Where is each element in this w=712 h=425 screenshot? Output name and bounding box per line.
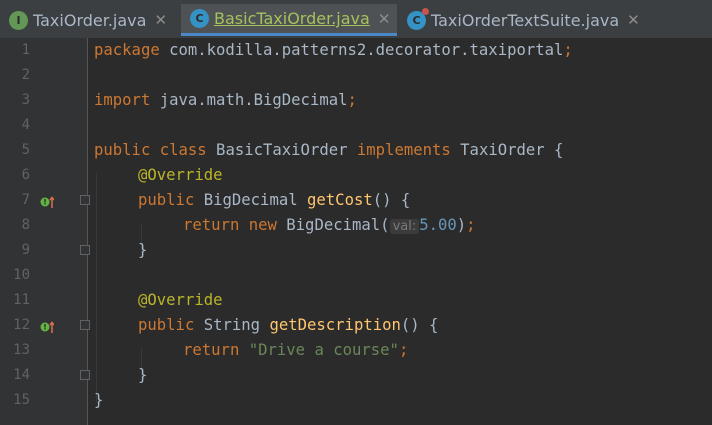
- line-number: 6: [21, 167, 30, 183]
- tab-taxiorder[interactable]: I TaxiOrder.java ✕: [0, 4, 180, 36]
- keyword: return new: [183, 216, 277, 234]
- interface-icon: I: [9, 10, 28, 30]
- line-number: 9: [21, 242, 30, 258]
- method-name: getDescription: [269, 316, 401, 334]
- close-icon[interactable]: ✕: [378, 10, 391, 28]
- semicolon: ;: [563, 41, 573, 59]
- line-number: 8: [21, 217, 30, 233]
- code-line-8: return new BigDecimal(val: 5.00);: [183, 213, 476, 238]
- keyword: import: [94, 91, 151, 109]
- line-number: 11: [13, 292, 30, 308]
- close-icon[interactable]: ✕: [627, 11, 640, 29]
- tab-basictaxiorder[interactable]: C BasicTaxiOrder.java ✕: [181, 4, 397, 36]
- return-type: String: [194, 316, 270, 334]
- implements-method-icon[interactable]: [40, 319, 55, 333]
- code-line-3: import java.math.BigDecimal;: [94, 88, 357, 113]
- keyword: public class: [94, 141, 207, 159]
- class-icon: C: [190, 9, 209, 28]
- line-number: 10: [13, 267, 30, 283]
- brace: }: [94, 391, 104, 409]
- annotation: @Override: [138, 166, 223, 184]
- editor-tab-bar: I TaxiOrder.java ✕ C BasicTaxiOrder.java…: [0, 0, 712, 39]
- number-literal: 5.00: [419, 216, 457, 234]
- keyword: public: [138, 191, 195, 209]
- implements-method-icon[interactable]: [40, 194, 55, 208]
- code-line-14: }: [138, 363, 147, 388]
- package-name: com.kodilla.patterns2.decorator.taxiport…: [159, 41, 564, 59]
- import-name: java.math.BigDecimal: [150, 91, 348, 109]
- brace: }: [138, 366, 148, 384]
- close-icon[interactable]: ✕: [154, 11, 167, 29]
- paren: ): [456, 216, 467, 234]
- line-number: 13: [13, 342, 30, 358]
- line-number: 1: [21, 42, 30, 58]
- method-params: () {: [372, 191, 411, 209]
- brace: }: [138, 241, 148, 259]
- constructor-call: BigDecimal(: [276, 216, 390, 234]
- keyword: package: [94, 41, 160, 59]
- semicolon: ;: [398, 341, 409, 359]
- code-line-7: public BigDecimal getCost() {: [138, 188, 410, 213]
- indent-guide: [96, 173, 97, 403]
- class-name: BasicTaxiOrder: [206, 141, 357, 159]
- return-type: BigDecimal: [194, 191, 308, 209]
- semicolon: ;: [466, 216, 476, 234]
- code-line-13: return "Drive a course";: [183, 338, 408, 363]
- code-line-9: }: [138, 238, 147, 263]
- method-params: () {: [400, 316, 439, 334]
- keyword: implements: [356, 141, 451, 159]
- test-marker-icon: [422, 7, 429, 15]
- line-number: 3: [21, 92, 30, 108]
- line-number: 7: [21, 192, 30, 208]
- test-class-icon-letter: C: [412, 13, 421, 27]
- code-line-12: public String getDescription() {: [138, 313, 438, 338]
- semicolon: ;: [347, 91, 357, 109]
- line-number: 5: [21, 142, 30, 158]
- line-number: 2: [21, 67, 30, 83]
- code-line-6: @Override: [138, 163, 223, 188]
- keyword: return: [183, 341, 240, 359]
- tab-taxiordertextsuite[interactable]: C TaxiOrderTextSuite.java ✕: [398, 4, 646, 36]
- parameter-hint: val:: [389, 219, 420, 234]
- interface-name: TaxiOrder {: [450, 141, 564, 159]
- tab-label: TaxiOrderTextSuite.java: [431, 10, 620, 30]
- tab-label: BasicTaxiOrder.java: [214, 9, 370, 28]
- method-name: getCost: [307, 191, 373, 209]
- code-line-11: @Override: [138, 288, 223, 313]
- annotation: @Override: [138, 291, 223, 309]
- code-line-5: public class BasicTaxiOrder implements T…: [94, 138, 563, 163]
- line-number: 4: [21, 117, 30, 133]
- code-editor[interactable]: package com.kodilla.patterns2.decorator.…: [88, 38, 712, 425]
- keyword: public: [138, 316, 195, 334]
- line-number: 15: [13, 392, 30, 408]
- test-class-icon: C: [407, 7, 429, 30]
- code-line-15: }: [94, 388, 103, 413]
- editor-gutter: 1 2 3 4 5 6 7 8 9 10 11 12 13 14 15: [0, 38, 90, 425]
- line-number: 12: [13, 317, 30, 333]
- code-line-1: package com.kodilla.patterns2.decorator.…: [94, 38, 573, 63]
- line-number: 14: [13, 367, 30, 383]
- string-literal: "Drive a course": [248, 341, 399, 359]
- tab-label: TaxiOrder.java: [33, 10, 147, 30]
